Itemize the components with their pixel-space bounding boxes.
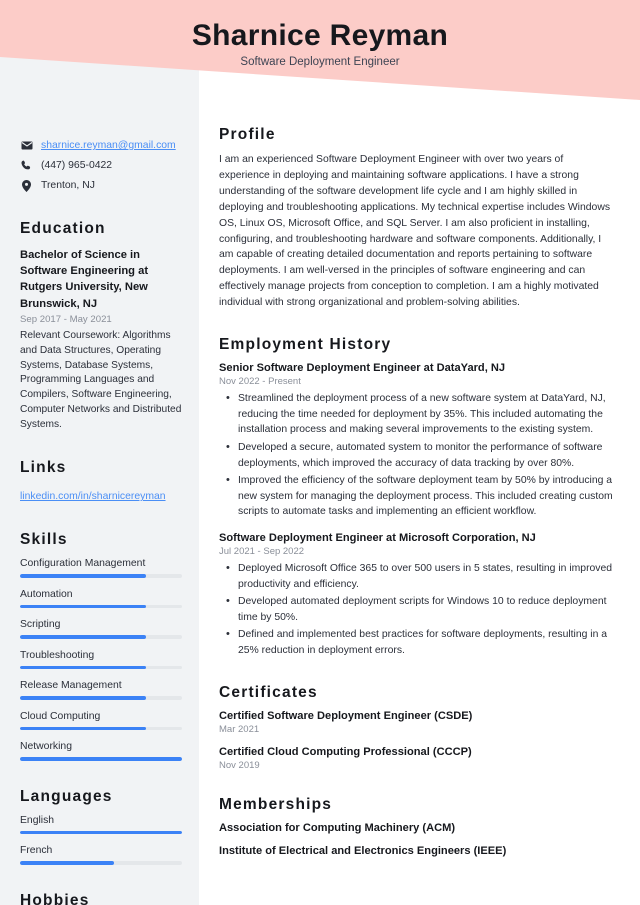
education-date: Sep 2017 - May 2021 [20, 313, 112, 325]
employment-job-title: Software Deployment Engineer at Microsof… [219, 531, 536, 544]
employment-bullet: Improved the efficiency of the software … [219, 472, 614, 520]
skill-item: Automation [20, 589, 182, 609]
employment-bullet-list: Deployed Microsoft Office 365 to over 50… [219, 560, 614, 659]
employment-bullet: Deployed Microsoft Office 365 to over 50… [219, 560, 614, 592]
education-degree: Bachelor of Science in Software Engineer… [20, 249, 149, 310]
contact-phone-row: (447) 965-0422 [20, 158, 182, 173]
certificate-entry: Certified Cloud Computing Professional (… [219, 746, 614, 771]
employment-heading: Employment History [219, 336, 392, 354]
language-label: English [20, 814, 55, 826]
language-fill [20, 830, 182, 835]
employment-bullet: Developed a secure, automated system to … [219, 439, 614, 471]
skills-heading: Skills [20, 531, 68, 549]
employment-bullet: Defined and implemented best practices f… [219, 626, 614, 658]
skill-fill [20, 604, 147, 609]
skill-label: Cloud Computing [20, 710, 101, 722]
language-track [20, 861, 182, 865]
language-label: French [20, 845, 53, 857]
profile-text: I am an experienced Software Deployment … [219, 154, 611, 309]
employment-entry: Senior Software Deployment Engineer at D… [219, 362, 614, 520]
certificates-section: Certificates Certified Software Deployme… [219, 684, 614, 771]
employment-job-date: Nov 2022 - Present [219, 376, 301, 388]
skill-fill [20, 726, 147, 731]
certificates-heading: Certificates [219, 683, 318, 701]
skill-track [20, 696, 182, 700]
employment-bullet: Developed automated deployment scripts f… [219, 593, 614, 625]
contact-location-text: Trenton, NJ [41, 180, 95, 191]
employment-bullet: Streamlined the deployment process of a … [219, 390, 614, 438]
skill-item: Cloud Computing [20, 711, 182, 731]
skill-label: Automation [20, 588, 73, 600]
skill-fill [20, 635, 147, 639]
languages-list: English French [20, 815, 182, 865]
certificate-date: Nov 2019 [219, 759, 260, 771]
membership-item: Association for Computing Machinery (ACM… [219, 821, 456, 834]
employment-job-date: Jul 2021 - Sep 2022 [219, 545, 305, 557]
language-item: English [20, 815, 182, 835]
skill-item: Configuration Management [20, 558, 182, 578]
envelope-icon [20, 141, 33, 150]
certificate-date: Mar 2021 [219, 723, 260, 735]
phone-icon [20, 160, 33, 171]
resume-page: sharnice.reyman@gmail.com (447) 965-0422… [0, 0, 640, 905]
education-coursework: Relevant Coursework: Algorithms and Data… [20, 329, 182, 430]
skill-fill [20, 665, 147, 670]
skill-track [20, 726, 182, 731]
employment-entry: Software Deployment Engineer at Microsof… [219, 532, 614, 659]
certificate-name: Certified Software Deployment Engineer (… [219, 709, 473, 722]
main-content: Profile I am an experienced Software Dep… [199, 0, 640, 905]
language-item: French [20, 845, 182, 865]
skill-label: Configuration Management [20, 558, 146, 570]
header-text-group: Sharnice Reyman Software Deployment Engi… [0, 0, 640, 68]
skill-label: Scripting [20, 619, 61, 631]
certificate-entry: Certified Software Deployment Engineer (… [219, 710, 614, 735]
skill-track [20, 757, 182, 761]
languages-heading: Languages [20, 787, 113, 805]
skill-fill [20, 696, 147, 700]
employment-bullet-list: Streamlined the deployment process of a … [219, 390, 614, 520]
links-heading: Links [20, 459, 67, 477]
employment-job-title: Senior Software Deployment Engineer at D… [219, 362, 506, 375]
skill-track [20, 665, 182, 670]
skill-track [20, 574, 182, 578]
link-linkedin[interactable]: linkedin.com/in/sharnicereyman [20, 491, 166, 502]
profile-section: Profile I am an experienced Software Dep… [219, 126, 614, 311]
contact-phone-text: (447) 965-0422 [41, 160, 113, 171]
page-title: Sharnice Reyman [191, 19, 449, 52]
contact-location-row: Trenton, NJ [20, 178, 182, 193]
header-job-title: Software Deployment Engineer [240, 56, 400, 68]
map-pin-icon [20, 179, 33, 192]
skill-label: Release Management [20, 680, 122, 692]
memberships-section: Memberships Association for Computing Ma… [219, 796, 614, 857]
skill-item: Release Management [20, 680, 182, 700]
memberships-heading: Memberships [219, 795, 333, 813]
skill-item: Networking [20, 741, 182, 761]
memberships-list: Association for Computing Machinery (ACM… [219, 822, 614, 857]
employment-section: Employment History Senior Software Deplo… [219, 336, 614, 659]
contact-email-row[interactable]: sharnice.reyman@gmail.com [20, 138, 182, 153]
employment-list: Senior Software Deployment Engineer at D… [219, 362, 614, 659]
skill-track [20, 635, 182, 639]
education-heading: Education [20, 220, 106, 237]
language-track [20, 830, 182, 835]
skill-label: Networking [20, 741, 72, 753]
certificate-name: Certified Cloud Computing Professional (… [219, 745, 472, 758]
skills-list: Configuration Management Automation Script… [20, 558, 182, 761]
skill-fill [20, 574, 147, 578]
skill-item: Scripting [20, 619, 182, 639]
skill-label: Troubleshooting [20, 649, 95, 661]
sidebar: sharnice.reyman@gmail.com (447) 965-0422… [0, 0, 199, 905]
certificates-list: Certified Software Deployment Engineer (… [219, 710, 614, 771]
skill-track [20, 604, 182, 609]
language-fill [20, 861, 114, 865]
profile-heading: Profile [219, 126, 276, 143]
contact-email-link[interactable]: sharnice.reyman@gmail.com [41, 140, 176, 151]
hobbies-heading: Hobbies [20, 891, 90, 905]
skill-fill [20, 757, 182, 761]
skill-item: Troubleshooting [20, 650, 182, 670]
education-entry: Bachelor of Science in Software Engineer… [20, 247, 182, 432]
membership-item: Institute of Electrical and Electronics … [219, 844, 507, 857]
